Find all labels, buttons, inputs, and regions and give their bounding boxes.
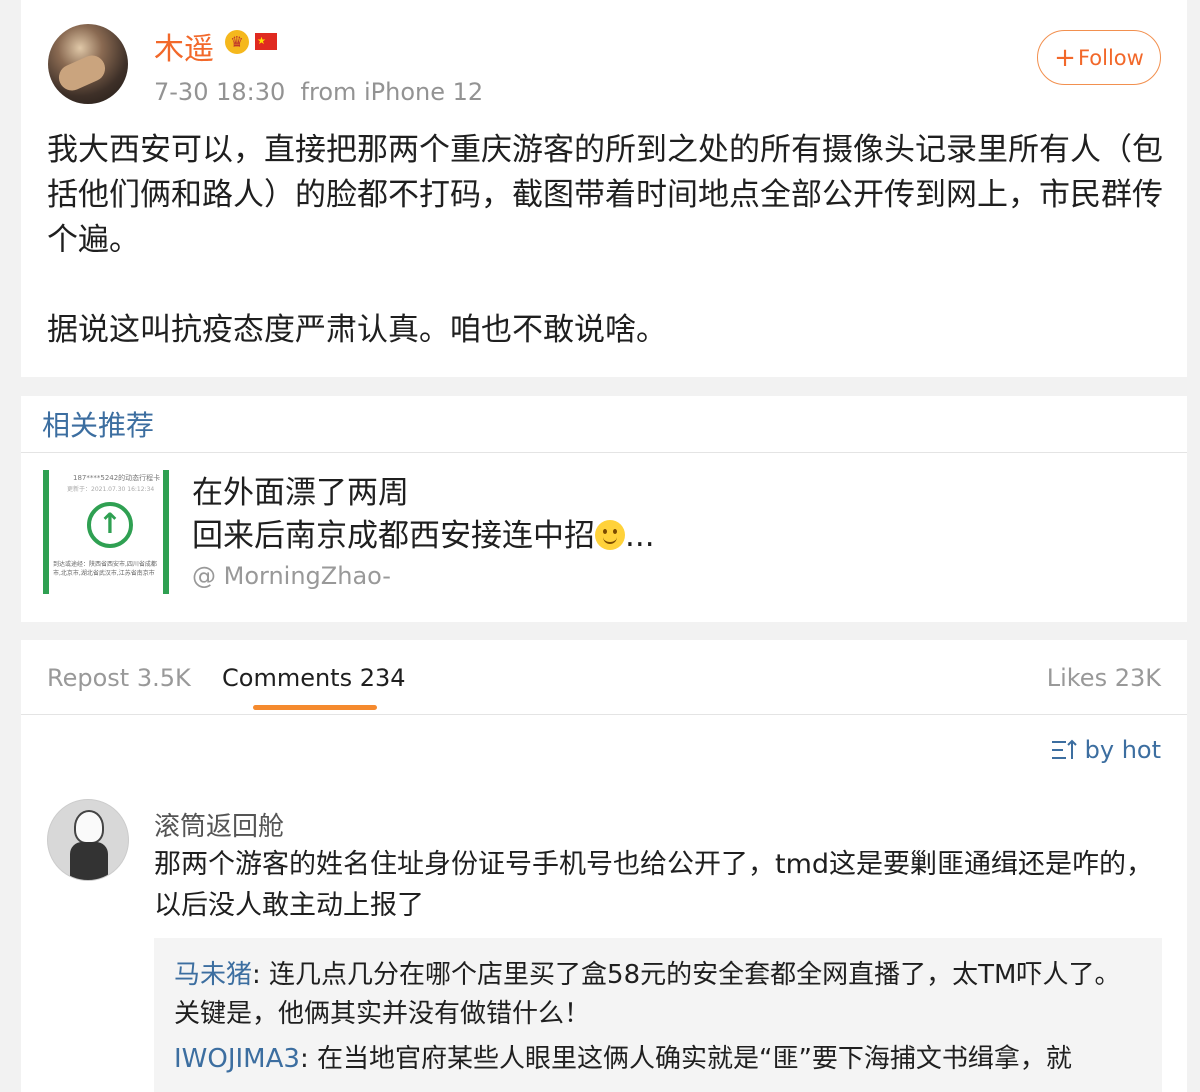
comment-text: 那两个游客的姓名住址身份证号手机号也给公开了，tmd这是要剿匪通缉还是咋的，以后… <box>154 849 1154 921</box>
china-flag-icon: ★ <box>255 33 277 50</box>
post-paragraph-2: 据说这叫抗疫态度严肃认真。咱也不敢说啥。 <box>47 312 667 348</box>
replies-box[interactable]: 马未猪: 连几点几分在哪个店里买了盒58元的安全套都全网直播了，太TM吓人了。关… <box>154 938 1162 1092</box>
post-body: 我大西安可以，直接把那两个重庆游客的所到之处的所有摄像头记录里所有人（包括他们俩… <box>47 128 1165 353</box>
sort-label: by hot <box>1084 736 1161 764</box>
crown-badge-icon: ♛ <box>225 30 249 54</box>
tab-comments[interactable]: Comments 234 <box>222 664 406 692</box>
thumb-route: 到达或途经：陕西省西安市,四川省成都市,北京市,湖北省武汉市,江苏省南京市 <box>53 561 157 577</box>
commenter-avatar[interactable] <box>47 799 129 881</box>
related-card: 相关推荐 187****5242的动态行程卡 更新于：2021.07.30 16… <box>21 396 1187 622</box>
related-headline-line-1: 在外面漂了两周 <box>192 475 409 511</box>
post-paragraph-1: 我大西安可以，直接把那两个重庆游客的所到之处的所有摄像头记录里所有人（包括他们俩… <box>47 132 1163 258</box>
reply-author[interactable]: IWOJIMA3 <box>174 1044 300 1074</box>
reply-text: 连几点几分在哪个店里买了盒58元的安全套都全网直播了，太TM吓人了。关键是，他俩… <box>174 960 1121 1029</box>
tab-repost[interactable]: Repost 3.5K <box>47 664 191 692</box>
smiley-emoji-icon <box>595 520 625 550</box>
thumb-title: 187****5242的动态行程卡 <box>73 474 161 482</box>
follow-button[interactable]: + Follow <box>1037 30 1161 85</box>
commenter-name[interactable]: 滚筒返回舱 <box>154 806 284 843</box>
reply-item: 马未猪: 连几点几分在哪个店里买了盒58元的安全套都全网直播了，太TM吓人了。关… <box>174 960 1121 1029</box>
related-thumbnail[interactable]: 187****5242的动态行程卡 更新于：2021.07.30 16:12:3… <box>43 470 169 594</box>
comments-card: Repost 3.5K Comments 234 Likes 23K by ho… <box>21 640 1187 1092</box>
reply-author[interactable]: 马未猪 <box>174 960 252 990</box>
post-timestamp: 7-30 18:30 <box>154 78 286 106</box>
follow-label: Follow <box>1077 45 1144 70</box>
related-author[interactable]: @ MorningZhao- <box>192 562 391 590</box>
thumb-updated: 更新于：2021.07.30 16:12:34 <box>67 486 155 493</box>
related-section-title: 相关推荐 <box>42 409 155 442</box>
tab-likes[interactable]: Likes 23K <box>1047 664 1161 692</box>
related-headline[interactable]: 在外面漂了两周 回来后南京成都西安接连中招... <box>192 472 655 558</box>
divider <box>21 452 1187 453</box>
sort-icon <box>1051 739 1077 759</box>
plus-icon: + <box>1054 42 1076 73</box>
author-name[interactable]: 木遥 <box>154 24 214 68</box>
author-avatar[interactable] <box>48 24 128 104</box>
reply-text: 在当地官府某些人眼里这俩人确实就是“匪”要下海捕文书缉拿，就 <box>316 1044 1072 1074</box>
up-arrow-icon: ↑ <box>87 502 133 548</box>
post-meta: 7-30 18:30 from iPhone 12 <box>154 78 483 106</box>
sort-button[interactable]: by hot <box>1051 736 1161 764</box>
post-source: from iPhone 12 <box>300 78 484 106</box>
post-card: 木遥 ♛ ★ 7-30 18:30 from iPhone 12 + Follo… <box>21 0 1187 377</box>
related-headline-line-2: 回来后南京成都西安接连中招... <box>192 518 655 554</box>
divider <box>21 714 1187 715</box>
active-tab-indicator <box>253 705 377 710</box>
reply-item: IWOJIMA3: 在当地官府某些人眼里这俩人确实就是“匪”要下海捕文书缉拿，就 <box>174 1044 1072 1074</box>
